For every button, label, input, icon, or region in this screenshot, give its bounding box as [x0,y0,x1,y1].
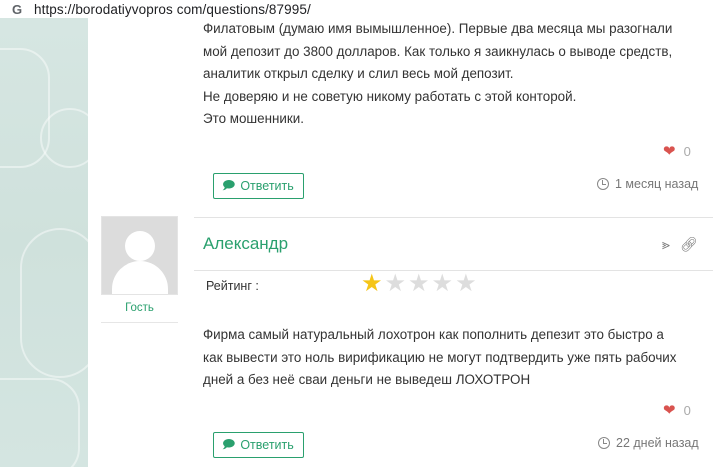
like-count: 0 [683,143,691,159]
divider [194,217,713,218]
comment-line: дней а без неё сваи деньги не выведеш ЛО… [203,372,531,388]
comment-1-like[interactable]: ❤ 0 [663,142,691,160]
avatar[interactable] [101,216,178,295]
comments-area: Филатовым (думаю имя вымышленное). Первы… [88,18,713,467]
star-icon: ★ [455,270,477,297]
time-text: 22 дней назад [616,436,699,450]
comment-2-time: 22 дней назад [598,436,699,450]
link-icon[interactable]: 🔗︎ [680,236,698,253]
comment-line: Не доверяю и не советую никому работать … [203,88,577,104]
comment-line: Филатовым (думаю имя вымышленное). Первы… [203,21,673,36]
star-icon: ★ [431,270,454,297]
reply-label: Ответить [240,438,294,452]
clock-icon [598,437,610,449]
comment-2-like[interactable]: ❤ 0 [663,401,691,419]
comment-bubble-icon: 🗩 [222,177,236,192]
comment-1-text: Филатовым (думаю имя вымышленное). Первы… [203,18,703,131]
comment-line: аналитик открыл сделку и слил весь мой д… [203,66,514,82]
star-icon: ★ [408,270,430,297]
google-icon: G [11,1,23,17]
time-text: 1 месяц назад [615,177,699,191]
heart-icon[interactable]: ❤ [663,401,676,419]
comment-2-actions: ⪢ 🔗︎ [662,236,698,253]
author-name[interactable]: Александр [203,234,288,254]
comment-bubble-icon: 🗩 [222,436,236,451]
comment-2-avatar-column: Гость [101,216,178,323]
comment-line: Фирма самый натуральный лохотрон как поп… [203,327,664,342]
reply-button[interactable]: 🗩 Ответить [213,432,304,458]
star-icon: ★ [361,270,383,297]
clock-icon [597,178,609,190]
like-count: 0 [683,402,691,418]
comment-2-text: Фирма самый натуральный лохотрон как поп… [203,324,703,392]
reply-button[interactable]: 🗩 Ответить [213,173,304,199]
comment-1-time: 1 месяц назад [597,177,698,191]
url-text[interactable]: https://borodatiyvopros com/questions/87… [34,2,311,17]
share-icon[interactable]: ⪢ [662,236,670,253]
comment-line: Это мошенники. [203,111,304,127]
divider [194,270,713,271]
comment-line: как вывести это ноль вирификацию не могу… [203,349,677,365]
reply-label: Ответить [240,179,294,193]
rating-label: Рейтинг : [206,279,259,293]
user-role: Гость [101,302,178,323]
star-icon: ★ [384,270,407,297]
heart-icon[interactable]: ❤ [663,142,676,160]
comment-line: мой депозит до 3800 долларов. Как только… [203,43,673,59]
rating-stars: ★ ★ ★ ★ ★ [361,272,477,296]
page-background-decoration [0,18,88,467]
address-bar[interactable]: G https://borodatiyvopros com/questions/… [0,0,713,18]
